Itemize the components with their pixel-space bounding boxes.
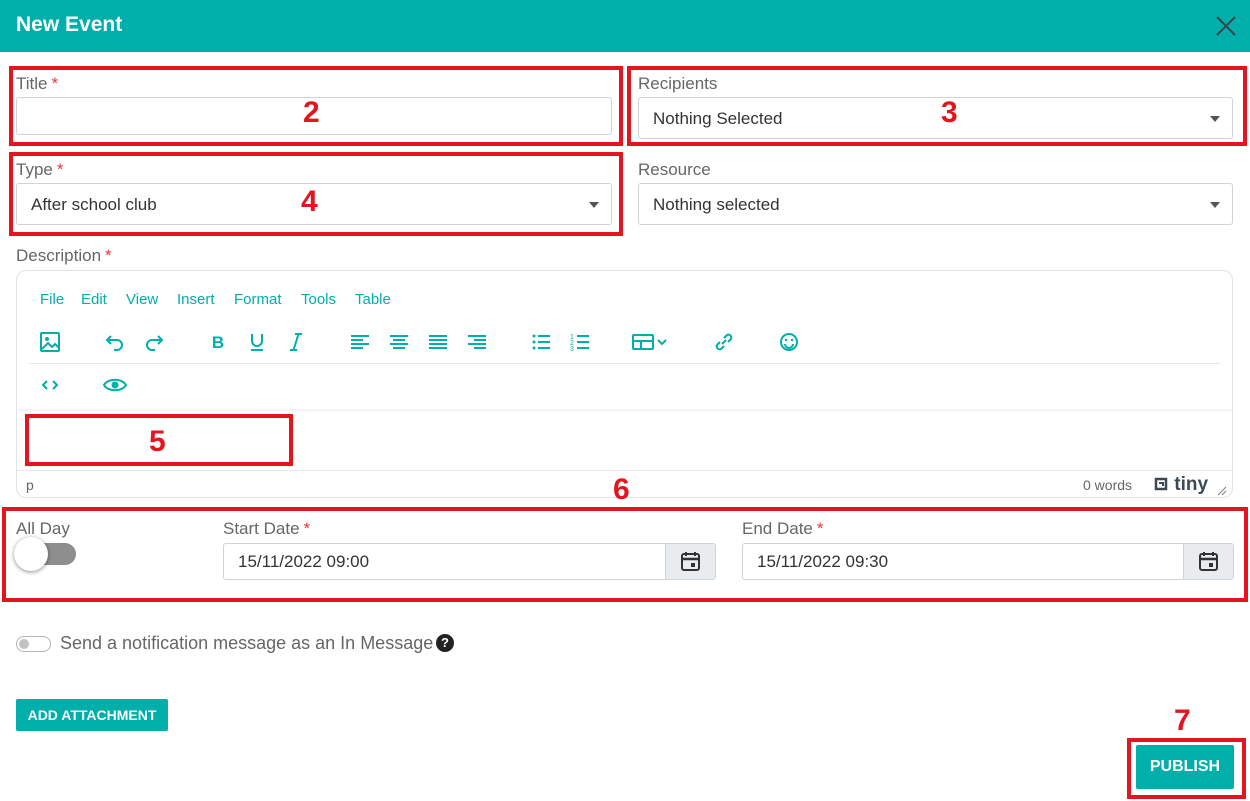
resource-select[interactable]: Nothing selected xyxy=(638,183,1233,225)
editor-content-area[interactable] xyxy=(18,413,1231,469)
end-date-label: End Date * xyxy=(742,519,824,538)
menu-file[interactable]: File xyxy=(40,291,64,308)
svg-text:3: 3 xyxy=(570,346,574,353)
end-date-value: 15/11/2022 09:30 xyxy=(757,552,889,571)
title-label: Title * xyxy=(16,74,59,93)
italic-icon[interactable] xyxy=(283,329,309,355)
notification-label: Send a notification message as an In Mes… xyxy=(60,633,434,653)
tiny-logo-icon xyxy=(1154,477,1168,491)
end-date-input[interactable]: 15/11/2022 09:30 xyxy=(742,543,1234,580)
required-marker: * xyxy=(51,74,59,93)
recipients-label: Recipients xyxy=(638,74,718,93)
recipients-value: Nothing Selected xyxy=(653,109,783,128)
element-path[interactable]: p xyxy=(26,477,34,493)
menu-edit[interactable]: Edit xyxy=(81,291,107,308)
word-count[interactable]: 0 words xyxy=(1083,477,1132,493)
align-justify-icon[interactable] xyxy=(425,329,451,355)
svg-text:B: B xyxy=(212,333,224,352)
rich-text-editor: File Edit View Insert Format Tools Table… xyxy=(16,270,1233,498)
tiny-logo[interactable]: tiny xyxy=(1153,474,1208,496)
description-label: Description * xyxy=(16,246,112,265)
numbered-list-icon[interactable]: 123 xyxy=(567,329,593,355)
annotation-number: 3 xyxy=(941,96,958,129)
required-marker: * xyxy=(56,160,64,179)
bold-icon[interactable]: B xyxy=(205,329,231,355)
align-center-icon[interactable] xyxy=(386,329,412,355)
calendar-icon[interactable] xyxy=(665,544,715,579)
menu-insert[interactable]: Insert xyxy=(177,291,215,308)
preview-icon[interactable] xyxy=(102,372,128,398)
required-marker: * xyxy=(816,519,824,538)
emoji-icon[interactable] xyxy=(776,329,802,355)
calendar-icon[interactable] xyxy=(1183,544,1233,579)
notification-toggle[interactable] xyxy=(16,636,51,652)
required-marker: * xyxy=(105,246,112,265)
start-date-value: 15/11/2022 09:00 xyxy=(238,552,370,571)
menu-view[interactable]: View xyxy=(126,291,158,308)
notification-toggle-knob xyxy=(19,639,29,649)
toolbar-divider xyxy=(29,363,1220,364)
align-right-icon[interactable] xyxy=(464,329,490,355)
help-icon[interactable]: ? xyxy=(436,634,454,652)
annotation-number: 4 xyxy=(301,185,318,218)
modal-title: New Event xyxy=(16,13,123,36)
publish-button[interactable]: PUBLISH xyxy=(1136,745,1234,789)
undo-icon[interactable] xyxy=(102,329,128,355)
bullet-list-icon[interactable] xyxy=(528,329,554,355)
resource-value: Nothing selected xyxy=(653,195,780,214)
all-day-toggle-knob[interactable] xyxy=(14,537,48,571)
required-marker: * xyxy=(303,519,311,538)
add-attachment-button[interactable]: ADD ATTACHMENT xyxy=(16,699,168,731)
caret-down-icon xyxy=(1210,202,1220,208)
caret-down-icon xyxy=(1210,116,1220,122)
all-day-label: All Day xyxy=(16,519,70,538)
recipients-select[interactable]: Nothing Selected xyxy=(638,97,1233,139)
annotation-number: 2 xyxy=(303,96,320,129)
image-icon[interactable] xyxy=(37,329,63,355)
close-icon[interactable] xyxy=(1210,10,1242,42)
annotation-number: 5 xyxy=(149,425,166,458)
code-icon[interactable] xyxy=(37,372,63,398)
annotation-number: 6 xyxy=(613,473,630,506)
start-date-input[interactable]: 15/11/2022 09:00 xyxy=(223,543,716,580)
underline-icon[interactable] xyxy=(244,329,270,355)
menu-format[interactable]: Format xyxy=(234,291,282,308)
redo-icon[interactable] xyxy=(141,329,167,355)
menu-table[interactable]: Table xyxy=(355,291,391,308)
type-label: Type * xyxy=(16,160,64,179)
resize-handle-icon[interactable] xyxy=(1217,483,1227,501)
menu-tools[interactable]: Tools xyxy=(301,291,336,308)
resource-label: Resource xyxy=(638,160,711,179)
caret-down-icon xyxy=(589,202,599,208)
align-left-icon[interactable] xyxy=(347,329,373,355)
start-date-label: Start Date * xyxy=(223,519,311,538)
table-icon[interactable] xyxy=(630,329,674,355)
annotation-number: 7 xyxy=(1174,704,1191,737)
type-value: After school club xyxy=(31,195,157,214)
link-icon[interactable] xyxy=(711,329,737,355)
modal-header: New Event xyxy=(0,0,1250,52)
